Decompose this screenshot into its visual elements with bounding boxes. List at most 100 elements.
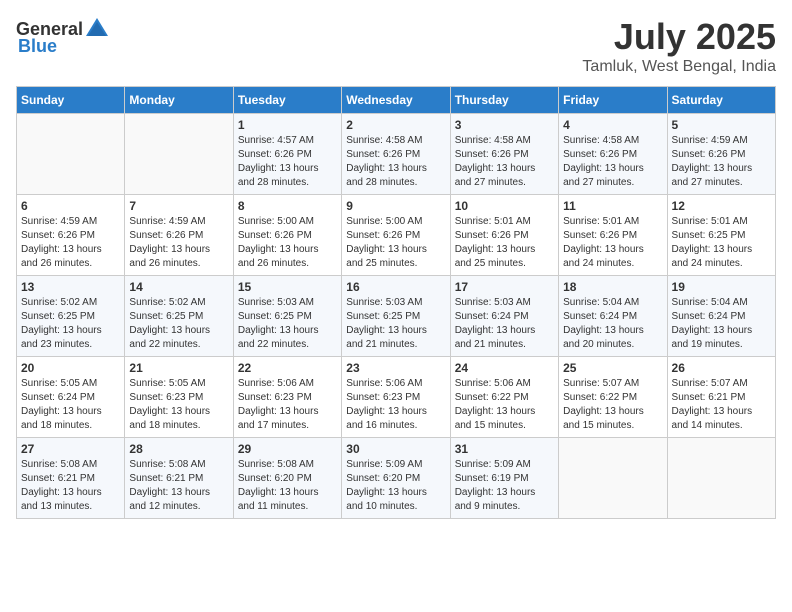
sunrise-text: Sunrise: 5:01 AM — [672, 215, 771, 229]
sunrise-text: Sunrise: 5:01 AM — [563, 215, 662, 229]
sunrise-text: Sunrise: 5:00 AM — [238, 215, 337, 229]
calendar-week-row: 20 Sunrise: 5:05 AMSunset: 6:24 PMDayligh… — [17, 357, 776, 438]
day-info: Sunrise: 5:06 AMSunset: 6:23 PMDaylight:… — [346, 377, 445, 433]
day-info: Sunrise: 5:06 AMSunset: 6:23 PMDaylight:… — [238, 377, 337, 433]
daylight-text: Daylight: 13 hours and 18 minutes. — [129, 405, 228, 433]
daylight-text: Daylight: 13 hours and 25 minutes. — [346, 243, 445, 271]
day-number: 2 — [346, 118, 445, 132]
table-row: 5Sunrise: 4:59 AMSunset: 6:26 PMDaylight… — [667, 114, 775, 195]
day-number: 23 — [346, 361, 445, 375]
col-sunday: Sunday — [17, 87, 125, 114]
day-number: 11 — [563, 199, 662, 213]
sunrise-text: Sunrise: 5:02 AM — [21, 296, 120, 310]
day-number: 10 — [455, 199, 554, 213]
col-tuesday: Tuesday — [233, 87, 341, 114]
table-row: 13Sunrise: 5:02 AMSunset: 6:25 PMDayligh… — [17, 276, 125, 357]
sunset-text: Sunset: 6:25 PM — [238, 310, 337, 324]
day-number: 25 — [563, 361, 662, 375]
day-info: Sunrise: 4:59 AMSunset: 6:26 PMDaylight:… — [129, 215, 228, 271]
daylight-text: Daylight: 13 hours and 27 minutes. — [455, 162, 554, 190]
day-number: 5 — [672, 118, 771, 132]
logo: General Blue — [16, 16, 111, 57]
calendar-week-row: 13Sunrise: 5:02 AMSunset: 6:25 PMDayligh… — [17, 276, 776, 357]
sunrise-text: Sunrise: 5:02 AM — [129, 296, 228, 310]
daylight-text: Daylight: 13 hours and 22 minutes. — [129, 324, 228, 352]
day-info: Sunrise: 5:05 AMSunset: 6:24 PMDaylight:… — [21, 377, 120, 433]
daylight-text: Daylight: 13 hours and 22 minutes. — [238, 324, 337, 352]
sunset-text: Sunset: 6:21 PM — [672, 391, 771, 405]
day-number: 24 — [455, 361, 554, 375]
daylight-text: Daylight: 13 hours and 17 minutes. — [238, 405, 337, 433]
day-info: Sunrise: 5:01 AMSunset: 6:26 PMDaylight:… — [563, 215, 662, 271]
day-info: Sunrise: 4:58 AMSunset: 6:26 PMDaylight:… — [455, 134, 554, 190]
day-number: 27 — [21, 442, 120, 456]
table-row: 10Sunrise: 5:01 AMSunset: 6:26 PMDayligh… — [450, 195, 558, 276]
table-row: 24 Sunrise: 5:06 AMSunset: 6:22 PMDayligh… — [450, 357, 558, 438]
daylight-text: Daylight: 13 hours and 21 minutes. — [346, 324, 445, 352]
day-info: Sunrise: 5:09 AMSunset: 6:19 PMDaylight:… — [455, 458, 554, 514]
day-info: Sunrise: 4:58 AMSunset: 6:26 PMDaylight:… — [563, 134, 662, 190]
sunset-text: Sunset: 6:26 PM — [238, 148, 337, 162]
daylight-text: Daylight: 13 hours and 12 minutes. — [129, 486, 228, 514]
table-row: 22Sunrise: 5:06 AMSunset: 6:23 PMDayligh… — [233, 357, 341, 438]
calendar-week-row: 1Sunrise: 4:57 AMSunset: 6:26 PMDaylight… — [17, 114, 776, 195]
table-row: 20 Sunrise: 5:05 AMSunset: 6:24 PMDayligh… — [17, 357, 125, 438]
daylight-text: Daylight: 13 hours and 18 minutes. — [21, 405, 120, 433]
sunrise-text: Sunrise: 5:01 AM — [455, 215, 554, 229]
day-info: Sunrise: 4:58 AMSunset: 6:26 PMDaylight:… — [346, 134, 445, 190]
table-row: 19Sunrise: 5:04 AMSunset: 6:24 PMDayligh… — [667, 276, 775, 357]
sunset-text: Sunset: 6:26 PM — [346, 229, 445, 243]
day-info: Sunrise: 5:00 AMSunset: 6:26 PMDaylight:… — [238, 215, 337, 271]
sunset-text: Sunset: 6:25 PM — [21, 310, 120, 324]
day-number: 30 — [346, 442, 445, 456]
table-row: 9Sunrise: 5:00 AMSunset: 6:26 PMDaylight… — [342, 195, 450, 276]
table-row: 18Sunrise: 5:04 AMSunset: 6:24 PMDayligh… — [559, 276, 667, 357]
day-number: 16 — [346, 280, 445, 294]
table-row — [559, 438, 667, 519]
daylight-text: Daylight: 13 hours and 24 minutes. — [563, 243, 662, 271]
sunset-text: Sunset: 6:20 PM — [238, 472, 337, 486]
day-info: Sunrise: 5:09 AMSunset: 6:20 PMDaylight:… — [346, 458, 445, 514]
sunset-text: Sunset: 6:24 PM — [21, 391, 120, 405]
sunrise-text: Sunrise: 5:07 AM — [563, 377, 662, 391]
daylight-text: Daylight: 13 hours and 19 minutes. — [672, 324, 771, 352]
daylight-text: Daylight: 13 hours and 23 minutes. — [21, 324, 120, 352]
sunrise-text: Sunrise: 4:58 AM — [563, 134, 662, 148]
day-number: 17 — [455, 280, 554, 294]
day-info: Sunrise: 5:06 AMSunset: 6:22 PMDaylight:… — [455, 377, 554, 433]
sunset-text: Sunset: 6:26 PM — [129, 229, 228, 243]
day-number: 20 — [21, 361, 120, 375]
table-row: 1Sunrise: 4:57 AMSunset: 6:26 PMDaylight… — [233, 114, 341, 195]
day-info: Sunrise: 5:07 AMSunset: 6:21 PMDaylight:… — [672, 377, 771, 433]
table-row — [667, 438, 775, 519]
sunset-text: Sunset: 6:26 PM — [455, 229, 554, 243]
table-row: 31Sunrise: 5:09 AMSunset: 6:19 PMDayligh… — [450, 438, 558, 519]
col-monday: Monday — [125, 87, 233, 114]
day-info: Sunrise: 5:02 AMSunset: 6:25 PMDaylight:… — [129, 296, 228, 352]
sunset-text: Sunset: 6:23 PM — [238, 391, 337, 405]
sunset-text: Sunset: 6:24 PM — [672, 310, 771, 324]
table-row: 23 Sunrise: 5:06 AMSunset: 6:23 PMDayligh… — [342, 357, 450, 438]
table-row: 16 Sunrise: 5:03 AMSunset: 6:25 PMDayligh… — [342, 276, 450, 357]
sunrise-text: Sunrise: 5:09 AM — [346, 458, 445, 472]
calendar-week-row: 6Sunrise: 4:59 AMSunset: 6:26 PMDaylight… — [17, 195, 776, 276]
table-row — [17, 114, 125, 195]
daylight-text: Daylight: 13 hours and 21 minutes. — [455, 324, 554, 352]
daylight-text: Daylight: 13 hours and 11 minutes. — [238, 486, 337, 514]
sunrise-text: Sunrise: 5:03 AM — [346, 296, 445, 310]
table-row: 30 Sunrise: 5:09 AMSunset: 6:20 PMDayligh… — [342, 438, 450, 519]
sunset-text: Sunset: 6:25 PM — [346, 310, 445, 324]
day-number: 21 — [129, 361, 228, 375]
day-number: 12 — [672, 199, 771, 213]
table-row: 4Sunrise: 4:58 AMSunset: 6:26 PMDaylight… — [559, 114, 667, 195]
day-info: Sunrise: 5:01 AMSunset: 6:25 PMDaylight:… — [672, 215, 771, 271]
sunset-text: Sunset: 6:22 PM — [563, 391, 662, 405]
sunrise-text: Sunrise: 4:58 AM — [455, 134, 554, 148]
day-number: 18 — [563, 280, 662, 294]
sunrise-text: Sunrise: 5:08 AM — [238, 458, 337, 472]
sunrise-text: Sunrise: 5:04 AM — [672, 296, 771, 310]
daylight-text: Daylight: 13 hours and 26 minutes. — [21, 243, 120, 271]
day-info: Sunrise: 5:08 AMSunset: 6:21 PMDaylight:… — [21, 458, 120, 514]
table-row: 15Sunrise: 5:03 AMSunset: 6:25 PMDayligh… — [233, 276, 341, 357]
daylight-text: Daylight: 13 hours and 10 minutes. — [346, 486, 445, 514]
